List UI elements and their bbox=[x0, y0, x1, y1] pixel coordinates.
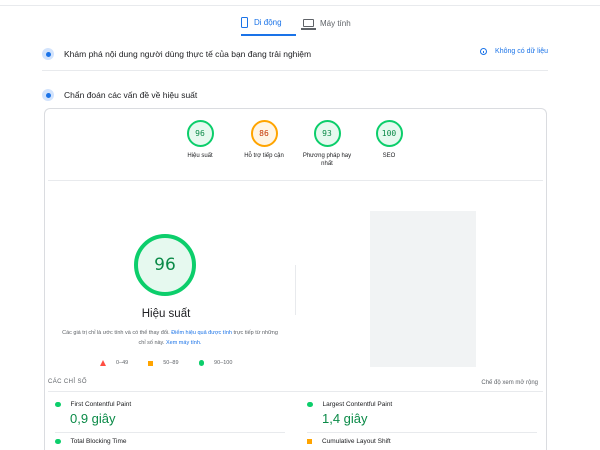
metric-tbt: Total Blocking Time bbox=[55, 438, 127, 445]
legend-average-label: 50–89 bbox=[163, 360, 179, 366]
metric-name: Total Blocking Time bbox=[70, 438, 127, 445]
gauge-performance-score[interactable]: 96 bbox=[186, 120, 214, 147]
metric-name: Cumulative Layout Shift bbox=[322, 438, 391, 445]
gauge-accessibility: 86 Hỗ trợ tiếp cận bbox=[236, 120, 292, 160]
divider bbox=[48, 180, 543, 181]
gauge-best-practices: 93 Phương pháp hay nhất bbox=[297, 120, 357, 168]
legend-pass-label: 90–100 bbox=[214, 360, 233, 366]
pass-dot-icon bbox=[55, 401, 61, 408]
metric-cls: Cumulative Layout Shift bbox=[307, 438, 391, 445]
page-screenshot bbox=[370, 211, 476, 367]
tab-mobile[interactable]: Di động bbox=[241, 10, 296, 36]
laptop-icon bbox=[301, 19, 316, 30]
square-icon bbox=[148, 360, 154, 366]
vertical-separator bbox=[295, 265, 296, 315]
diagnose-section: Chẩn đoán các vấn đề về hiệu suất bbox=[42, 87, 548, 103]
expand-view-toggle[interactable]: Chế độ xem mở rộng bbox=[481, 380, 538, 386]
metric-name: First Contentful Paint bbox=[70, 401, 132, 408]
triangle-icon bbox=[100, 360, 106, 366]
gauge-best-practices-label: Phương pháp hay nhất bbox=[302, 153, 352, 167]
legend-fail-label: 0–49 bbox=[116, 360, 129, 366]
metric-value: 1,4 giây bbox=[322, 411, 368, 426]
note-link-calculator[interactable]: Xem máy tính. bbox=[166, 340, 201, 346]
field-data-section: Khám phá nội dung người dùng thực tế của… bbox=[42, 46, 548, 62]
metric-value: 0,9 giây bbox=[70, 411, 116, 426]
average-square-icon bbox=[307, 439, 312, 444]
gauge-best-practices-score[interactable]: 93 bbox=[313, 120, 341, 147]
divider bbox=[307, 432, 537, 433]
metric-name: Largest Contentful Paint bbox=[322, 401, 393, 408]
note-text: Các giá trị chỉ là ước tính và có thể th… bbox=[62, 330, 170, 336]
top-border bbox=[0, 0, 600, 6]
circle-icon bbox=[198, 360, 205, 366]
phone-icon bbox=[241, 16, 248, 28]
performance-title: Hiệu suất bbox=[141, 308, 191, 320]
gauge-accessibility-label: Hỗ trợ tiếp cận bbox=[244, 153, 284, 159]
divider bbox=[42, 70, 548, 71]
gauge-performance-label: Hiệu suất bbox=[187, 153, 213, 159]
lab-icon bbox=[42, 89, 54, 101]
performance-note: Các giá trị chỉ là ước tính và có thể th… bbox=[58, 328, 282, 348]
gauge-seo-score[interactable]: 100 bbox=[375, 120, 403, 147]
tab-mobile-label: Di động bbox=[254, 17, 282, 27]
metrics-header: CÁC CHỈ SỐ bbox=[48, 379, 88, 385]
no-data-link[interactable]: Không có dữ liệu bbox=[480, 48, 548, 55]
gauge-accessibility-score[interactable]: 86 bbox=[250, 120, 278, 147]
pass-dot-icon bbox=[307, 401, 313, 408]
gauge-seo-label: SEO bbox=[382, 153, 396, 159]
metric-lcp: Largest Contentful Paint 1,4 giây bbox=[307, 401, 392, 426]
divider bbox=[48, 391, 543, 392]
metric-fcp: First Contentful Paint 0,9 giây bbox=[55, 401, 131, 426]
legend-average: 50–89 bbox=[148, 360, 179, 366]
tab-desktop-label: Máy tính bbox=[320, 18, 351, 28]
note-link-scoring[interactable]: Điểm hiệu quả được tính bbox=[171, 330, 232, 336]
diagnose-label: Chẩn đoán các vấn đề về hiệu suất bbox=[64, 90, 198, 100]
divider bbox=[55, 432, 285, 433]
pass-dot-icon bbox=[55, 438, 61, 445]
legend-pass: 90–100 bbox=[198, 360, 233, 366]
legend-fail: 0–49 bbox=[100, 360, 128, 366]
score-legend: 0–49 50–89 90–100 bbox=[100, 360, 240, 366]
tab-desktop[interactable]: Máy tính bbox=[301, 10, 363, 36]
field-data-label: Khám phá nội dung người dùng thực tế của… bbox=[64, 49, 312, 59]
gauge-seo: 100 SEO bbox=[363, 120, 415, 160]
users-icon bbox=[42, 48, 54, 60]
info-icon bbox=[480, 48, 488, 55]
performance-big-gauge: 96 bbox=[134, 234, 196, 296]
device-tabs: Di động Máy tính bbox=[0, 10, 600, 36]
no-data-label: Không có dữ liệu bbox=[495, 48, 548, 55]
gauge-performance: 96 Hiệu suất bbox=[174, 120, 226, 160]
